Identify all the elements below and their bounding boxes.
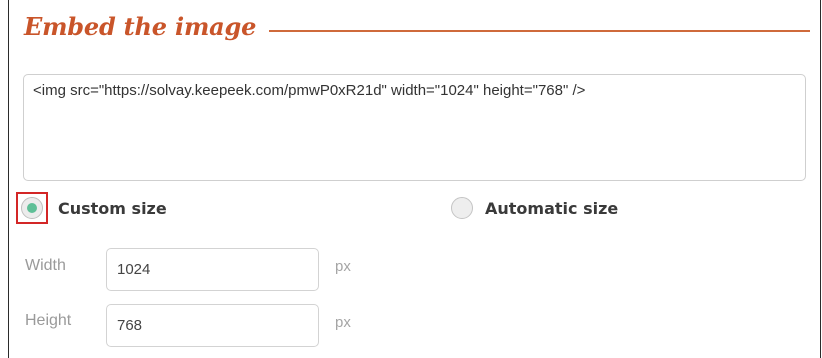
automatic-size-option[interactable]: Automatic size	[451, 190, 618, 226]
width-unit: px	[335, 258, 351, 275]
custom-size-option[interactable]: Custom size	[16, 190, 167, 226]
custom-size-label: Custom size	[58, 198, 167, 218]
width-input[interactable]	[106, 248, 319, 291]
width-label: Width	[25, 257, 66, 274]
custom-size-radio[interactable]	[21, 197, 43, 219]
automatic-size-label: Automatic size	[485, 198, 619, 218]
automatic-size-radio[interactable]	[451, 197, 473, 219]
radio-selected-dot	[27, 203, 37, 213]
section-title: Embed the image	[24, 12, 257, 41]
height-label: Height	[25, 312, 72, 329]
height-unit: px	[335, 314, 351, 331]
highlight-box	[16, 192, 48, 224]
title-divider	[269, 30, 810, 32]
height-input[interactable]	[106, 304, 319, 347]
embed-code-textarea[interactable]: <img src="https://solvay.keepeek.com/pmw…	[23, 74, 806, 181]
